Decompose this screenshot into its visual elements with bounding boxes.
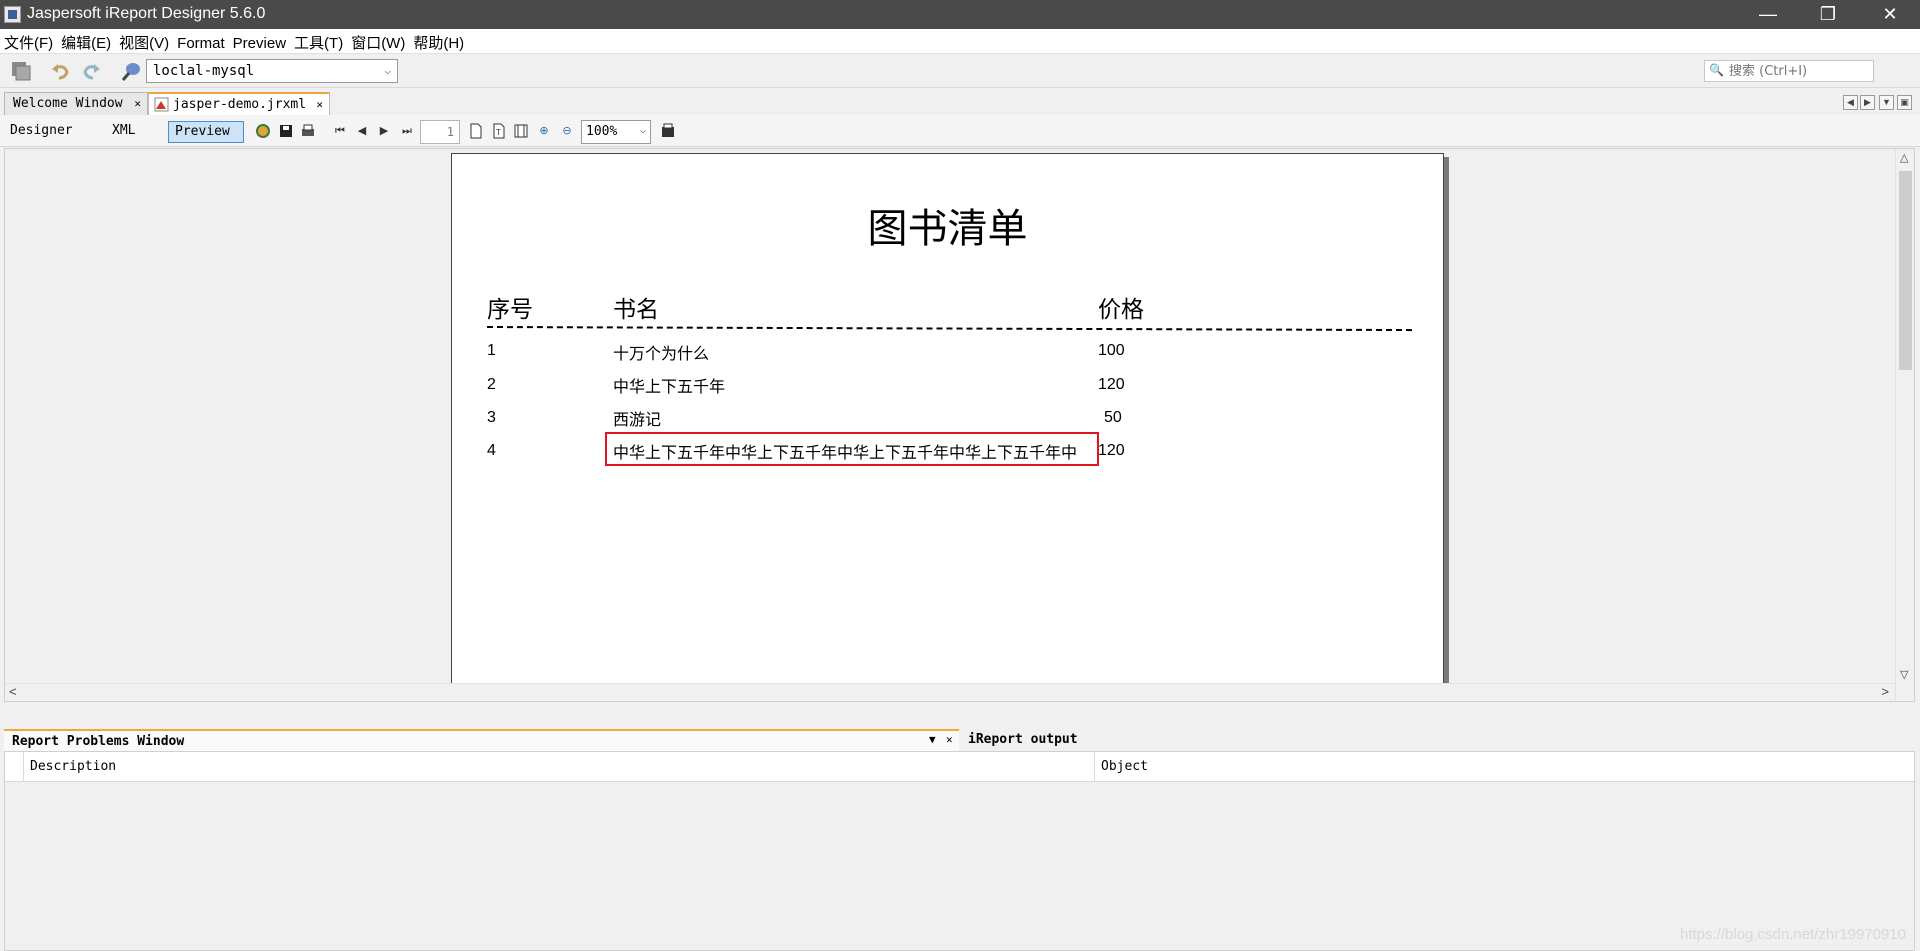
menu-help[interactable]: 帮助(H) bbox=[409, 29, 468, 54]
tab-jasper-demo[interactable]: jasper-demo.jrxml ✕ bbox=[148, 92, 330, 115]
menu-bar: 文件(F) 编辑(E) 视图(V) Format Preview 工具(T) 窗口(W) 帮助… bbox=[0, 29, 1920, 54]
datasource-icon[interactable] bbox=[120, 61, 142, 83]
close-icon[interactable]: ✕ bbox=[316, 98, 323, 111]
row-1-no: 1 bbox=[487, 342, 496, 359]
header-divider bbox=[486, 326, 1412, 332]
reload-icon[interactable] bbox=[255, 123, 271, 139]
column-divider bbox=[23, 752, 24, 782]
search-icon: 🔍 bbox=[1709, 63, 1724, 77]
header-no: 序号 bbox=[487, 296, 533, 322]
report-preview-area: 图书清单 序号 书名 价格 1 十万个为什么 100 2 中华上下五千年 120… bbox=[4, 148, 1915, 702]
highlight-annotation bbox=[605, 432, 1099, 466]
minimize-button[interactable]: — bbox=[1740, 0, 1796, 29]
actual-size-icon[interactable] bbox=[468, 123, 484, 139]
preview-toolbar: Designer XML Preview ⏮ ◀ ▶ ⏭ 1 T ⊕ ⊖ 100… bbox=[0, 115, 1920, 147]
preview-button[interactable]: Preview bbox=[168, 121, 244, 143]
tab-label: Report Problems Window bbox=[12, 734, 185, 749]
row-4-price: 120 bbox=[1098, 442, 1125, 459]
svg-text:T: T bbox=[496, 128, 501, 137]
undo-icon[interactable] bbox=[50, 60, 72, 82]
tab-label: jasper-demo.jrxml bbox=[173, 97, 307, 112]
row-2-price: 120 bbox=[1098, 376, 1125, 393]
report-file-icon bbox=[154, 97, 169, 112]
window-title: Jaspersoft iReport Designer 5.6.0 bbox=[27, 5, 266, 22]
horizontal-scrollbar[interactable]: < > bbox=[5, 683, 1895, 701]
row-2-no: 2 bbox=[487, 376, 496, 393]
next-page-icon[interactable]: ▶ bbox=[376, 123, 392, 139]
designer-button[interactable]: Designer bbox=[4, 121, 79, 143]
chevron-down-icon: ⌵ bbox=[384, 64, 391, 77]
zoom-value: 100% bbox=[586, 124, 618, 139]
bottom-panel-tabs: Report Problems Window ▼ ✕ iReport outpu… bbox=[0, 729, 1920, 751]
xml-button[interactable]: XML bbox=[106, 121, 141, 143]
watermark: https://blog.csdn.net/zhr19970910 bbox=[1680, 926, 1906, 943]
column-description[interactable]: Description bbox=[30, 759, 116, 774]
menu-file[interactable]: 文件(F) bbox=[0, 29, 57, 54]
vertical-scrollbar[interactable]: △ ▽ bbox=[1895, 149, 1914, 701]
export-icon[interactable] bbox=[660, 123, 676, 139]
restore-button[interactable]: ❐ bbox=[1800, 0, 1856, 29]
search-input[interactable] bbox=[1729, 62, 1869, 80]
row-4-no: 4 bbox=[487, 442, 496, 459]
title-bar: Jaspersoft iReport Designer 5.6.0 — ❐ ✕ bbox=[0, 0, 1920, 29]
close-icon[interactable]: ✕ bbox=[946, 733, 953, 746]
first-page-icon[interactable]: ⏮ bbox=[332, 123, 348, 139]
print-icon[interactable] bbox=[300, 123, 316, 139]
row-2-name: 中华上下五千年 bbox=[613, 377, 726, 396]
scroll-down-icon[interactable]: ▽ bbox=[1900, 668, 1908, 681]
datasource-select[interactable]: loclal-mysql ⌵ bbox=[146, 59, 398, 83]
row-3-no: 3 bbox=[487, 409, 496, 426]
zoom-in-icon[interactable]: ⊕ bbox=[536, 123, 552, 139]
menu-edit[interactable]: 编辑(E) bbox=[57, 29, 115, 54]
header-price: 价格 bbox=[1098, 296, 1144, 322]
problems-table-header: Description Object bbox=[5, 752, 1914, 782]
report-title: 图书清单 bbox=[867, 206, 1028, 252]
row-1-name: 十万个为什么 bbox=[613, 344, 710, 363]
datasource-value: loclal-mysql bbox=[153, 63, 255, 79]
app-icon bbox=[4, 6, 21, 23]
column-object[interactable]: Object bbox=[1101, 759, 1148, 774]
scroll-left-icon[interactable]: < bbox=[9, 684, 17, 699]
search-field[interactable]: 🔍 bbox=[1704, 60, 1874, 82]
row-3-price: 50 bbox=[1104, 409, 1122, 426]
main-toolbar: loclal-mysql ⌵ 🔍 bbox=[0, 54, 1920, 88]
menu-tools[interactable]: 工具(T) bbox=[290, 29, 347, 54]
tab-list-icon[interactable]: ▼ bbox=[1879, 95, 1894, 110]
page-number-field[interactable]: 1 bbox=[420, 120, 460, 144]
save-all-icon[interactable] bbox=[10, 60, 32, 82]
scrollbar-thumb[interactable] bbox=[1899, 171, 1912, 370]
row-3-name: 西游记 bbox=[613, 410, 662, 429]
tab-report-problems[interactable]: Report Problems Window ▼ ✕ bbox=[4, 729, 959, 751]
maximize-editor-icon[interactable]: ▣ bbox=[1897, 95, 1912, 110]
scroll-tabs-right-icon[interactable]: ▶ bbox=[1860, 95, 1875, 110]
chevron-down-icon: ⌵ bbox=[639, 125, 646, 136]
row-1-price: 100 bbox=[1098, 342, 1125, 359]
minimize-panel-icon[interactable]: ▼ bbox=[929, 733, 936, 746]
menu-window[interactable]: 窗口(W) bbox=[347, 29, 409, 54]
zoom-out-icon[interactable]: ⊖ bbox=[559, 123, 575, 139]
tab-ireport-output[interactable]: iReport output bbox=[960, 729, 1140, 751]
menu-view[interactable]: 视图(V) bbox=[115, 29, 173, 54]
save-icon[interactable] bbox=[278, 123, 294, 139]
scroll-right-icon[interactable]: > bbox=[1881, 684, 1889, 699]
previous-page-icon[interactable]: ◀ bbox=[354, 123, 370, 139]
tab-welcome-window[interactable]: Welcome Window ✕ bbox=[4, 92, 148, 115]
last-page-icon[interactable]: ⏭ bbox=[399, 123, 415, 139]
editor-tabs: Welcome Window ✕ jasper-demo.jrxml ✕ ◀ ▶… bbox=[0, 89, 1920, 115]
close-icon[interactable]: ✕ bbox=[134, 97, 141, 110]
scroll-up-icon[interactable]: △ bbox=[1900, 151, 1908, 164]
redo-icon[interactable] bbox=[80, 60, 102, 82]
header-name: 书名 bbox=[613, 296, 659, 322]
fit-width-icon[interactable] bbox=[513, 123, 529, 139]
scroll-tabs-left-icon[interactable]: ◀ bbox=[1843, 95, 1858, 110]
report-page: 图书清单 序号 书名 价格 1 十万个为什么 100 2 中华上下五千年 120… bbox=[451, 153, 1444, 701]
zoom-select[interactable]: 100% ⌵ bbox=[581, 120, 651, 144]
close-button[interactable]: ✕ bbox=[1862, 0, 1918, 29]
fit-page-icon[interactable]: T bbox=[491, 123, 507, 139]
report-problems-panel: Description Object bbox=[4, 751, 1915, 951]
tab-label: Welcome Window bbox=[13, 96, 123, 111]
column-divider bbox=[1094, 752, 1095, 782]
